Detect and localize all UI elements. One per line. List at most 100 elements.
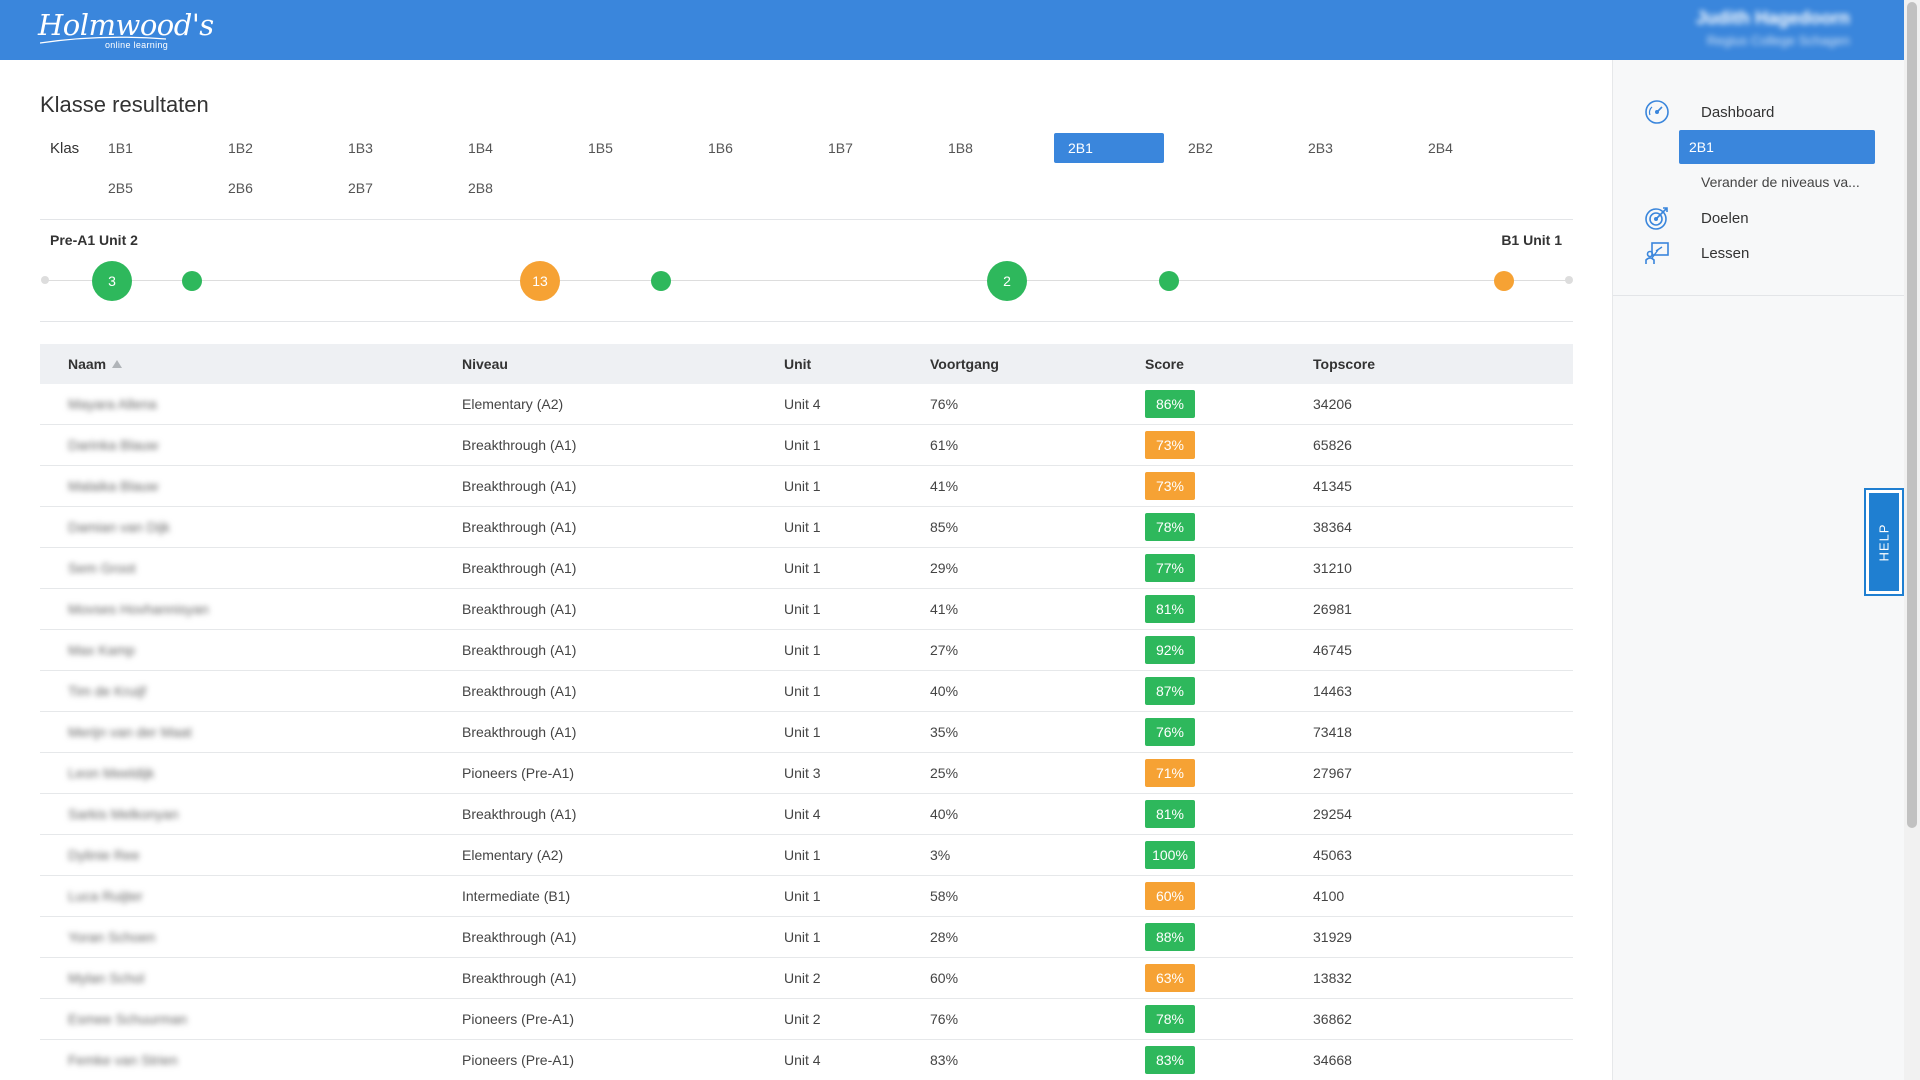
level-marker[interactable] [1494,271,1514,291]
table-row[interactable]: Damian van Dijk Breakthrough (A1) Unit 1 85… [40,507,1573,548]
divider [40,219,1573,220]
student-unit: Unit 1 [784,601,821,617]
nav-lessons-label: Lessen [1701,244,1750,262]
class-button[interactable]: 1B4 [454,133,564,163]
holmwoods-logo[interactable]: Holmwood's online learning [38,10,214,54]
class-button[interactable]: 2B8 [454,173,564,203]
page-scrollbar[interactable] [1904,0,1920,1080]
table-row[interactable]: Merijn van der Maat Breakthrough (A1) Unit… [40,712,1573,753]
level-marker[interactable]: 13 [520,261,560,301]
header-level[interactable]: Niveau [462,356,508,372]
table-row[interactable]: Femke van Strien Pioneers (Pre-A1) Unit 4 8… [40,1040,1573,1080]
table-row[interactable]: Yoran Schoen Breakthrough (A1) Unit 1 28% 88… [40,917,1573,958]
table-row[interactable]: Darinka Blauw Breakthrough (A1) Unit 1 61% 7… [40,425,1573,466]
header-score[interactable]: Score [1145,356,1184,372]
student-name[interactable]: Femke van Strien [68,1052,178,1068]
student-name[interactable]: Max Kamp [68,642,135,658]
nav-lessons[interactable]: Lessen [1643,238,1749,268]
student-progress: 76% [930,396,959,412]
table-row[interactable]: Esmee Schuurman Pioneers (Pre-A1) Unit 2 76… [40,999,1573,1040]
score-badge: 77% [1145,554,1195,582]
level-marker[interactable] [182,271,202,291]
level-marker[interactable]: 3 [92,261,132,301]
help-button[interactable]: HELP [1864,488,1904,596]
header-name[interactable]: Naam [68,356,123,372]
student-topscore: 41345 [1313,478,1352,494]
class-button[interactable]: 1B2 [214,133,324,163]
class-button[interactable]: 1B3 [334,133,444,163]
nav-change-levels[interactable]: Verander de niveaus va... [1643,167,1860,197]
student-level: Breakthrough (A1) [462,683,577,699]
nav-dashboard[interactable]: Dashboard [1643,97,1774,127]
scrollbar-thumb[interactable] [1907,2,1917,828]
student-name[interactable]: Darinka Blauw [68,437,158,453]
table-row[interactable]: Dylinie Ree Elementary (A2) Unit 1 3% 100% 45… [40,835,1573,876]
student-unit: Unit 2 [784,1011,821,1027]
score-badge: 76% [1145,718,1195,746]
nav-class-2b1[interactable]: 2B1 [1679,130,1875,164]
table-row[interactable]: Movses Hovhannisyan Breakthrough (A1) Unit… [40,589,1573,630]
table-row[interactable]: Luca Ruijter Intermediate (B1) Unit 1 58% 60… [40,876,1573,917]
user-info[interactable]: Judith Hagedoorn Regius College Schagen [1696,8,1850,48]
class-button[interactable]: 2B1 [1054,133,1164,163]
table-row[interactable]: Tim de Kruijf Breakthrough (A1) Unit 1 40% 8… [40,671,1573,712]
dashboard-gauge-icon [1643,98,1671,126]
student-topscore: 27967 [1313,765,1352,781]
student-unit: Unit 2 [784,970,821,986]
student-name[interactable]: Mylan Schol [68,970,144,986]
class-button[interactable]: 2B3 [1294,133,1404,163]
table-row[interactable]: Mayara Allena Elementary (A2) Unit 4 76% 86%… [40,384,1573,425]
user-school: Regius College Schagen [1706,33,1850,48]
student-name[interactable]: Merijn van der Maat [68,724,192,740]
header-progress[interactable]: Voortgang [930,356,999,372]
table-row[interactable]: Sarkis Melkonyan Breakthrough (A1) Unit 4 4… [40,794,1573,835]
class-button[interactable]: 1B8 [934,133,1044,163]
student-name[interactable]: Damian van Dijk [68,519,170,535]
header-unit[interactable]: Unit [784,356,811,372]
class-button[interactable]: 1B6 [694,133,804,163]
student-name[interactable]: Movses Hovhannisyan [68,601,209,617]
header-topscore[interactable]: Topscore [1313,356,1375,372]
class-button[interactable]: 2B7 [334,173,444,203]
score-badge: 87% [1145,677,1195,705]
nav-goals[interactable]: Doelen [1643,203,1749,233]
table-row[interactable]: Max Kamp Breakthrough (A1) Unit 1 27% 92% 467… [40,630,1573,671]
level-marker[interactable] [1159,271,1179,291]
nav-goals-label: Doelen [1701,209,1749,227]
class-button[interactable]: 1B5 [574,133,684,163]
student-name[interactable]: Leon Meeldijk [68,765,154,781]
class-button[interactable]: 2B5 [94,173,204,203]
page-title: Klasse resultaten [40,92,209,117]
score-badge: 81% [1145,595,1195,623]
student-name[interactable]: Esmee Schuurman [68,1011,187,1027]
class-button[interactable]: 1B7 [814,133,924,163]
student-name[interactable]: Tim de Kruijf [68,683,146,699]
table-row[interactable]: Sem Groot Breakthrough (A1) Unit 1 29% 77% 31… [40,548,1573,589]
track-end-label: B1 Unit 1 [1501,232,1562,248]
class-button[interactable]: 2B2 [1174,133,1284,163]
table-row[interactable]: Leon Meeldijk Pioneers (Pre-A1) Unit 3 25% 7… [40,753,1573,794]
class-button[interactable]: 2B6 [214,173,324,203]
student-topscore: 36862 [1313,1011,1352,1027]
score-badge: 71% [1145,759,1195,787]
student-name[interactable]: Malaika Blauw [68,478,158,494]
student-topscore: 45063 [1313,847,1352,863]
level-marker[interactable] [651,271,671,291]
table-row[interactable]: Malaika Blauw Breakthrough (A1) Unit 1 41% 7… [40,466,1573,507]
student-topscore: 34206 [1313,396,1352,412]
table-row[interactable]: Mylan Schol Breakthrough (A1) Unit 2 60% 63%… [40,958,1573,999]
student-name[interactable]: Sem Groot [68,560,136,576]
student-level: Pioneers (Pre-A1) [462,765,575,781]
student-name[interactable]: Luca Ruijter [68,888,143,904]
level-marker[interactable]: 2 [987,261,1027,301]
student-name[interactable]: Sarkis Melkonyan [68,806,179,822]
track-line [44,280,1570,281]
student-name[interactable]: Yoran Schoen [68,929,155,945]
student-level: Breakthrough (A1) [462,806,577,822]
student-name[interactable]: Dylinie Ree [68,847,140,863]
track-start-dot [41,276,49,284]
class-button[interactable]: 1B1 [94,133,204,163]
class-button[interactable]: 2B4 [1414,133,1524,163]
student-name[interactable]: Mayara Allena [68,396,157,412]
student-topscore: 14463 [1313,683,1352,699]
